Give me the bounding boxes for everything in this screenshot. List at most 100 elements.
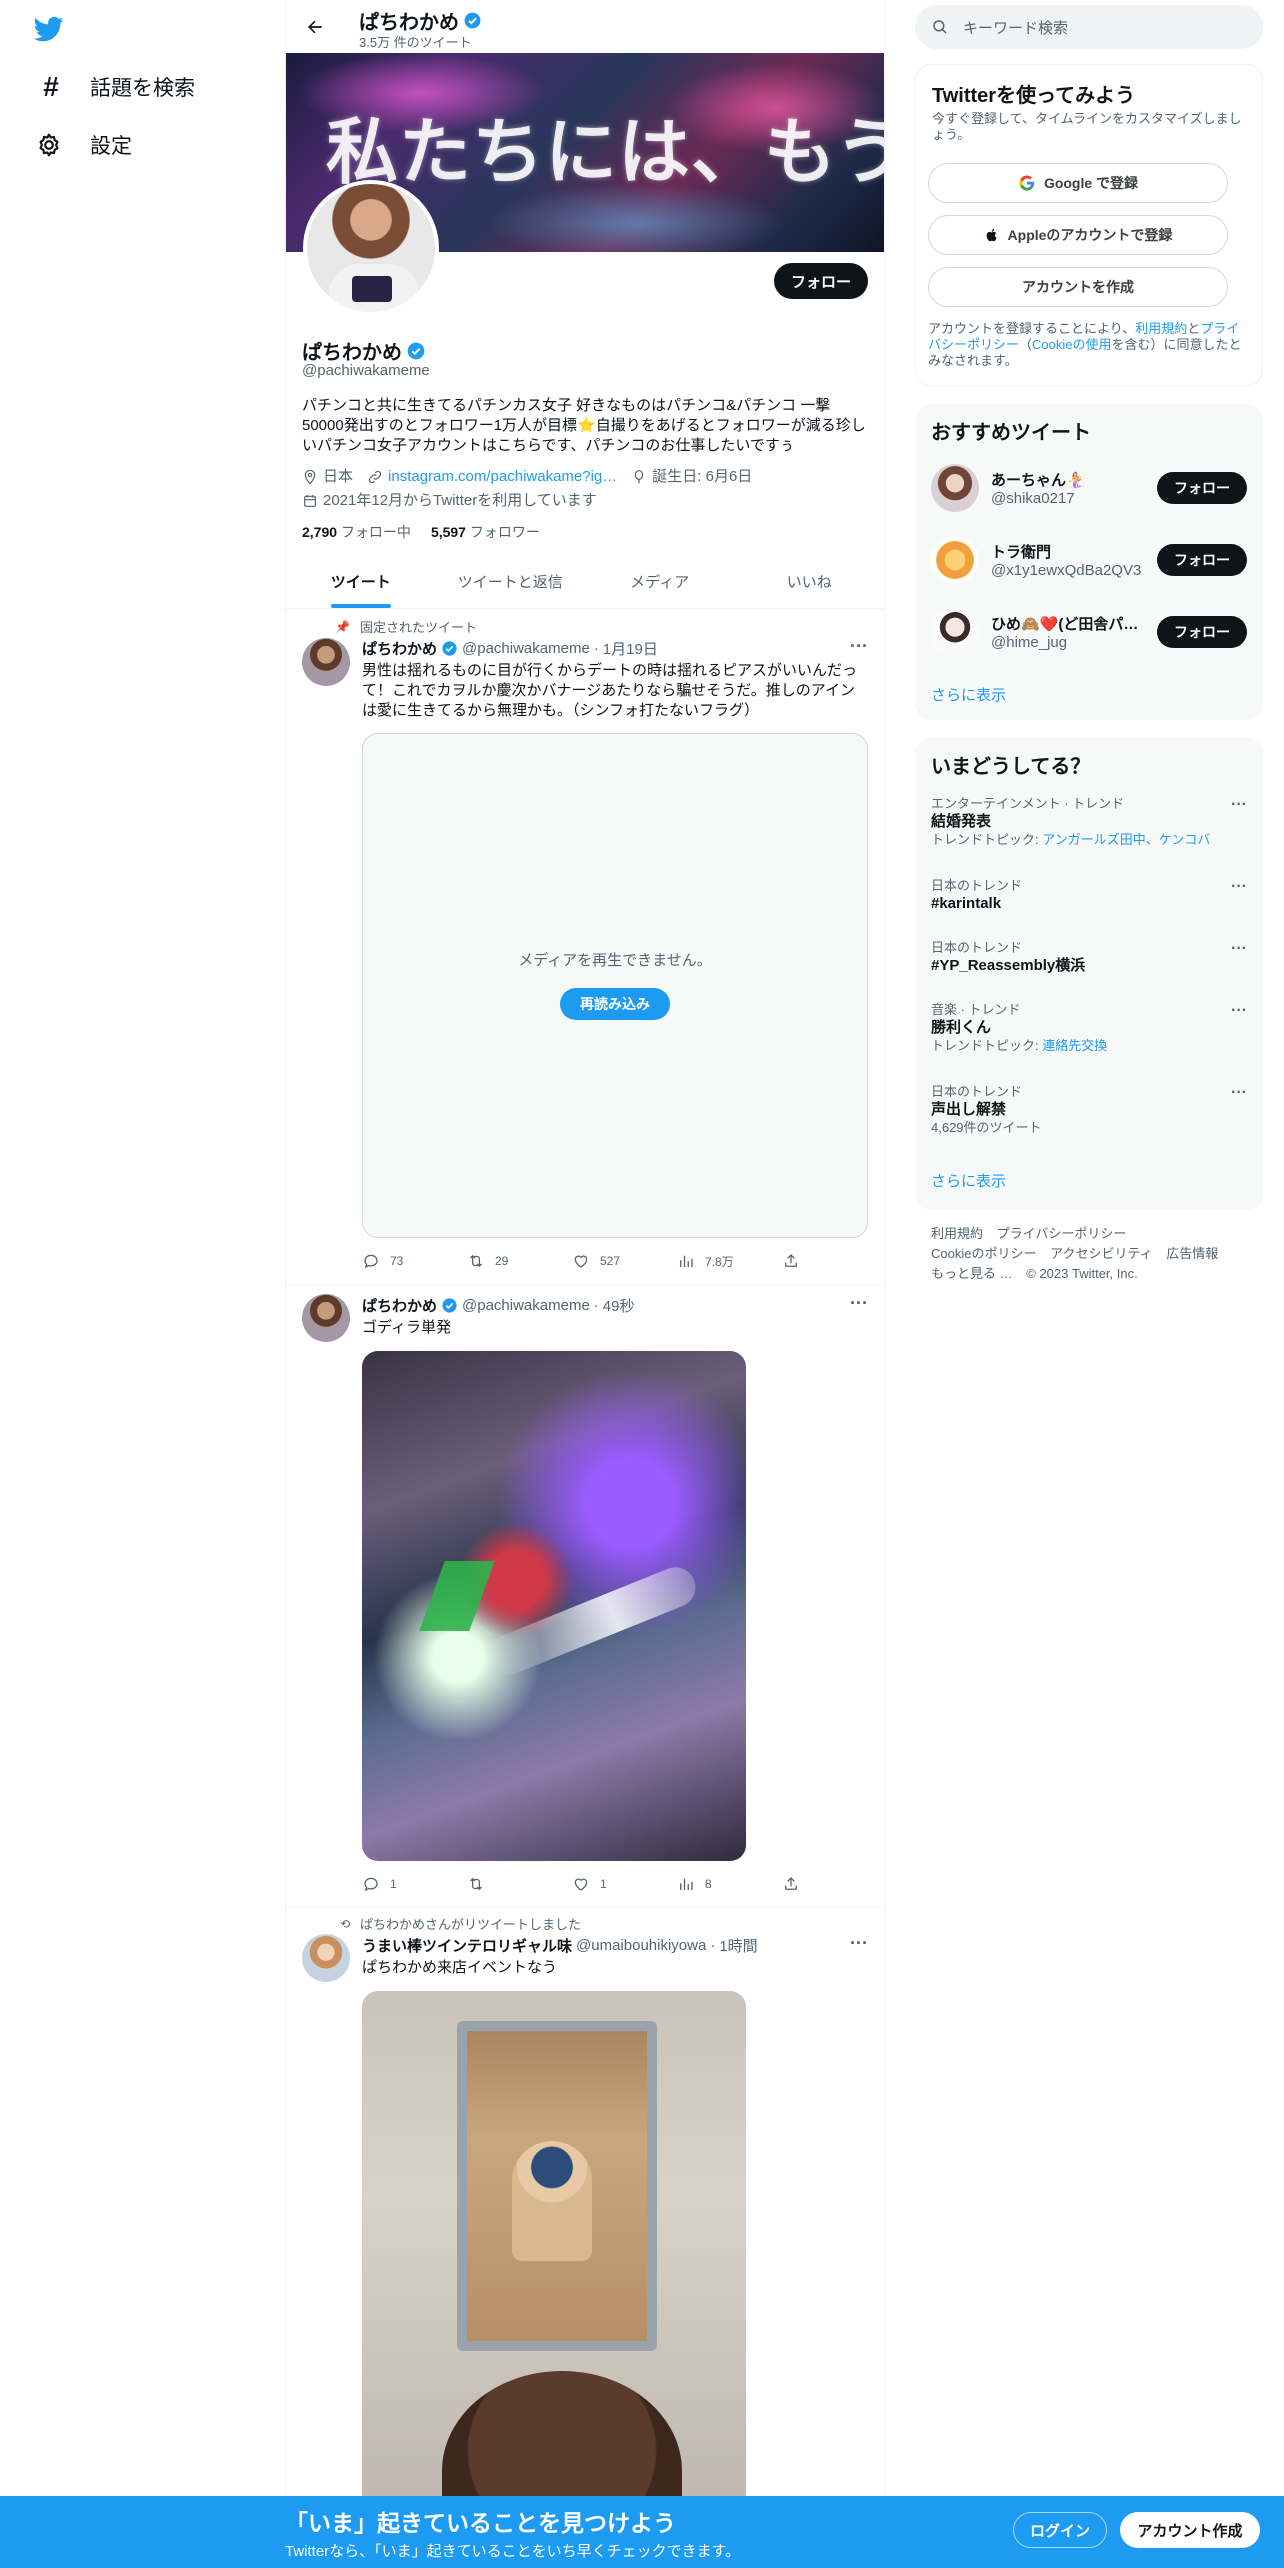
show-more-link[interactable]: さらに表示 [931, 1170, 1006, 1191]
follow-button[interactable]: フォロー [1157, 472, 1247, 504]
trends-title: いまどうしてる？ [931, 756, 1091, 778]
profile-link[interactable]: instagram.com/pachiwakame?ig… [367, 467, 617, 487]
cookie-link[interactable]: Cookieの使用 [1032, 337, 1111, 352]
footer-line: もっと見る … © 2023 Twitter, Inc. [931, 1264, 1251, 1284]
more-options-icon[interactable]: ··· [1231, 1084, 1247, 1102]
trend-title: 声出し解禁 [931, 1101, 1007, 1118]
tweet-dot: · [593, 640, 599, 657]
profile-avatar[interactable] [303, 180, 439, 316]
balloon-icon [631, 469, 647, 485]
retweet-context-label[interactable]: ぱちわかめさんがリツイートしました [360, 1914, 581, 1933]
recommended-user[interactable]: ひめ🙈❤️(ど田舎パ… @hime_jug フォロー [931, 604, 1247, 660]
more-options-icon[interactable]: ··· [850, 1293, 868, 1314]
avatar[interactable] [302, 638, 350, 686]
tweet-author-handle[interactable]: @pachiwakameme [462, 640, 590, 657]
more-options-icon[interactable]: ··· [1231, 878, 1247, 896]
terms-link[interactable]: 利用規約 [1135, 321, 1187, 336]
trend-item[interactable]: 日本のトレンド 声出し解禁 4,629件のツイート ··· [931, 1084, 1247, 1136]
follow-button[interactable]: フォロー [774, 263, 868, 299]
footer-link[interactable]: アクセシビリティ [1050, 1246, 1153, 1261]
views-button[interactable]: 8 [677, 1875, 737, 1893]
tweet-photo[interactable] [362, 1991, 746, 2501]
avatar[interactable] [931, 608, 979, 656]
like-button[interactable]: 527 [572, 1252, 632, 1270]
tweet-time[interactable]: 49秒 [603, 1295, 635, 1316]
recommended-user-name[interactable]: あーちゃん🧜‍♀️ [991, 469, 1151, 490]
recommended-user-name[interactable]: トラ衛門 [991, 541, 1151, 562]
footer-line: 利用規約 プライバシーポリシー [931, 1224, 1251, 1244]
reply-button[interactable]: 73 [362, 1252, 422, 1270]
tab-likes[interactable]: いいね [735, 555, 885, 608]
tweet-author-handle[interactable]: @umaibouhikiyowa [576, 1937, 706, 1954]
tweet-author-name[interactable]: うまい棒ツインテロリギャル味 [362, 1935, 572, 1956]
tab-tweets[interactable]: ツイート [286, 555, 436, 608]
retweet-button[interactable]: 29 [467, 1252, 527, 1270]
tweet-time[interactable]: 1時間 [719, 1935, 757, 1956]
reply-button[interactable]: 1 [362, 1875, 422, 1893]
tweet-author-name[interactable]: ぱちわかめ [362, 638, 437, 659]
recommended-user[interactable]: トラ衛門 @x1y1ewxQdBa2QV3 フォロー [931, 532, 1247, 588]
signup-button[interactable]: アカウント作成 [1120, 2512, 1260, 2548]
tab-media[interactable]: メディア [585, 555, 735, 608]
trend-sub-links[interactable]: 連絡先交換 [1042, 1038, 1107, 1053]
footer-link[interactable]: 利用規約 [931, 1226, 983, 1241]
recommended-user[interactable]: あーちゃん🧜‍♀️ @shika0217 フォロー [931, 460, 1247, 516]
tab-tweets-replies[interactable]: ツイートと返信 [436, 555, 586, 608]
right-sidebar: キーワード検索 Twitterを使ってみよう 今すぐ登録して、タイムラインをカス… [915, 0, 1265, 2568]
login-button[interactable]: ログイン [1013, 2512, 1107, 2548]
create-account-button[interactable]: アカウントを作成 [928, 267, 1228, 307]
search-box[interactable]: キーワード検索 [915, 5, 1263, 49]
followers-stat[interactable]: 5,597 フォロワー [431, 522, 540, 542]
tweet-time[interactable]: 1月19日 [603, 638, 658, 659]
footer-link[interactable]: 広告情報 [1166, 1246, 1218, 1261]
footer-more-link[interactable]: もっと見る … [931, 1266, 1013, 1281]
follow-button[interactable]: フォロー [1157, 544, 1247, 576]
apple-signup-button[interactable]: Appleのアカウントで登録 [928, 215, 1228, 255]
retweet-button[interactable] [467, 1875, 527, 1893]
avatar[interactable] [931, 464, 979, 512]
following-stat[interactable]: 2,790 フォロー中 [302, 522, 411, 542]
more-options-icon[interactable]: ··· [1231, 1002, 1247, 1020]
tweet-author-name[interactable]: ぱちわかめ [362, 1295, 437, 1316]
footer-link[interactable]: プライバシーポリシー [997, 1226, 1127, 1241]
avatar[interactable] [302, 1294, 350, 1342]
retweet-context: ⟲ ぱちわかめさんがリツイートしました [334, 1914, 581, 1933]
more-options-icon[interactable]: ··· [1231, 796, 1247, 814]
nav-settings[interactable]: 設定 [28, 116, 140, 174]
legal-prefix: アカウントを登録することにより、 [928, 321, 1136, 336]
trend-sub: トレンドトピック: アンガールズ田中、ケンコバ [931, 832, 1247, 848]
footer-link[interactable]: Cookieのポリシー [931, 1246, 1036, 1261]
google-signup-button[interactable]: Google で登録 [928, 163, 1228, 203]
retweet-icon [467, 1875, 485, 1893]
trend-item[interactable]: エンターテインメント · トレンド 結婚発表 トレンドトピック: アンガールズ田… [931, 796, 1247, 848]
back-arrow-icon[interactable] [300, 12, 330, 42]
reload-button[interactable]: 再読み込み [560, 988, 670, 1020]
recommended-user-name[interactable]: ひめ🙈❤️(ど田舎パ… [991, 613, 1151, 634]
trend-item[interactable]: 音楽 · トレンド 勝利くん トレンドトピック: 連絡先交換 ··· [931, 1002, 1247, 1054]
share-button[interactable] [782, 1875, 802, 1893]
trend-sub-links[interactable]: アンガールズ田中、ケンコバ [1042, 832, 1210, 847]
profile-link-text[interactable]: instagram.com/pachiwakame?ig… [388, 467, 617, 487]
tweet-photo[interactable] [362, 1351, 746, 1861]
avatar[interactable] [931, 536, 979, 584]
trend-item[interactable]: 日本のトレンド #karintalk ··· [931, 878, 1247, 914]
trend-item[interactable]: 日本のトレンド #YP_Reassembly横浜 ··· [931, 940, 1247, 976]
hashtag-icon: # [43, 71, 59, 102]
twitter-logo-icon[interactable] [32, 14, 66, 44]
show-more-link[interactable]: さらに表示 [931, 684, 1006, 705]
search-placeholder[interactable]: キーワード検索 [963, 17, 1068, 38]
signup-card: Twitterを使ってみよう 今すぐ登録して、タイムラインをカスタマイズしましょ… [915, 64, 1263, 386]
google-signup-label: Google で登録 [1043, 175, 1139, 191]
like-button[interactable]: 1 [572, 1875, 632, 1893]
avatar[interactable] [302, 1934, 350, 1982]
recommended-user-handle: @hime_jug [991, 634, 1068, 651]
share-button[interactable] [782, 1252, 802, 1270]
trend-category: 日本のトレンド [931, 940, 1023, 955]
more-options-icon[interactable]: ··· [850, 636, 868, 657]
tweet-author-handle[interactable]: @pachiwakameme [462, 1297, 590, 1314]
more-options-icon[interactable]: ··· [1231, 940, 1247, 958]
follow-button[interactable]: フォロー [1157, 616, 1247, 648]
views-button[interactable]: 7.8万 [677, 1252, 737, 1270]
nav-explore[interactable]: # 話題を検索 [28, 58, 203, 116]
more-options-icon[interactable]: ··· [850, 1933, 868, 1954]
